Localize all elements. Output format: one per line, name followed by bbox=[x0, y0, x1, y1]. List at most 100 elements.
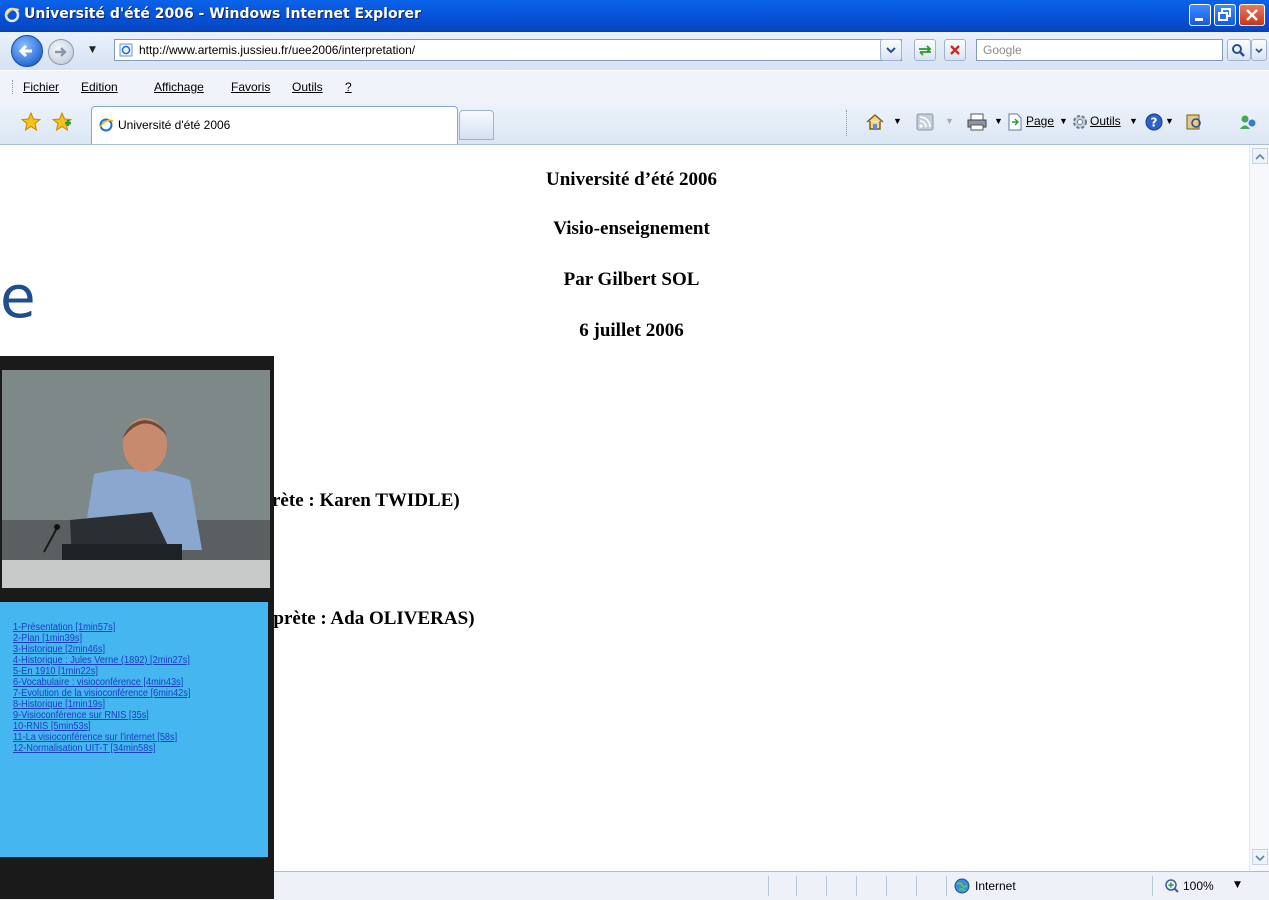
date-line: 6 juillet 2006 bbox=[579, 320, 684, 341]
presentation-photo: 1-Présentation [1min57s] 2-Plan [1min39s… bbox=[0, 356, 274, 899]
chapter-link[interactable]: 1-Présentation [1min57s] bbox=[13, 622, 115, 633]
status-separator bbox=[768, 876, 769, 896]
maximize-button[interactable] bbox=[1214, 4, 1236, 26]
tab-universite[interactable]: Université d'été 2006 bbox=[91, 106, 458, 144]
zoom-dropdown-icon[interactable]: ▼ bbox=[1234, 880, 1241, 890]
ie-logo-icon bbox=[4, 7, 20, 23]
status-separator bbox=[796, 876, 797, 896]
minimize-icon bbox=[1195, 18, 1203, 21]
chapter-link[interactable]: 8-Historique [1min19s] bbox=[13, 699, 105, 710]
print-icon[interactable] bbox=[967, 113, 987, 131]
toolbar-grip bbox=[12, 80, 15, 94]
close-icon bbox=[1246, 9, 1258, 21]
scroll-down-button[interactable] bbox=[1252, 849, 1268, 865]
tab-bar: Université d'été 2006 ▼ ▼ ▼ Page ▼ Outil… bbox=[0, 102, 1269, 145]
tools-dropdown-icon[interactable]: ▼ bbox=[1129, 116, 1138, 126]
window-title: Université d'été 2006 - Windows Internet… bbox=[24, 6, 421, 22]
page-icon bbox=[119, 43, 133, 57]
interpreter-line-1: rète : Karen TWIDLE) bbox=[272, 490, 460, 511]
toolbar-separator bbox=[846, 110, 849, 136]
chapter-link[interactable]: 4-Historique : Jules Verne (1892) [2min2… bbox=[13, 655, 190, 666]
tools-menu[interactable]: Outils bbox=[1090, 114, 1121, 128]
url-text[interactable]: http://www.artemis.jussieu.fr/uee2006/in… bbox=[139, 43, 415, 57]
menu-favoris[interactable]: Favoris bbox=[231, 80, 270, 94]
status-separator bbox=[1152, 876, 1153, 896]
stop-button[interactable] bbox=[944, 39, 966, 61]
print-dropdown-icon[interactable]: ▼ bbox=[994, 116, 1003, 126]
chapter-link[interactable]: 5-En 1910 [1min22s] bbox=[13, 666, 98, 677]
chapter-link[interactable]: 10-RNIS [5min53s] bbox=[13, 721, 91, 732]
help-icon[interactable]: ? bbox=[1145, 113, 1163, 131]
new-tab-button[interactable] bbox=[459, 110, 494, 140]
status-separator bbox=[856, 876, 857, 896]
chevron-down-icon bbox=[1255, 48, 1263, 54]
chapter-link[interactable]: 3-Historique [2min46s] bbox=[13, 644, 105, 655]
search-button[interactable] bbox=[1227, 39, 1251, 61]
chapter-link[interactable]: 12-Normalisation UIT-T [34min58s] bbox=[13, 743, 155, 754]
chapter-link[interactable]: 2-Plan [1min39s] bbox=[13, 633, 82, 644]
search-options-button[interactable] bbox=[1251, 39, 1267, 61]
search-icon bbox=[1232, 44, 1245, 57]
slide-text-fragment: e bbox=[0, 263, 36, 331]
svg-text:?: ? bbox=[1151, 116, 1158, 130]
status-separator bbox=[916, 876, 917, 896]
close-window-button[interactable] bbox=[1239, 4, 1265, 26]
globe-icon bbox=[954, 878, 970, 894]
menu-fichier[interactable]: Fichier bbox=[23, 80, 59, 94]
page-title: Université d’été 2006 bbox=[546, 169, 717, 190]
gear-icon[interactable] bbox=[1071, 113, 1089, 131]
search-field[interactable]: Google bbox=[976, 39, 1223, 61]
chevron-up-icon bbox=[1255, 153, 1265, 160]
recent-pages-dropdown[interactable]: ▼ bbox=[89, 45, 96, 55]
search-input[interactable]: Google bbox=[983, 43, 1022, 57]
chapter-link[interactable]: 9-Visioconférence sur RNIS [35s] bbox=[13, 710, 149, 721]
author-line: Par Gilbert SOL bbox=[563, 269, 700, 290]
home-icon[interactable] bbox=[865, 113, 885, 131]
chapter-link[interactable]: 7-Evolution de la visioconférence [6min4… bbox=[13, 688, 190, 699]
minimize-button[interactable] bbox=[1189, 4, 1211, 26]
menu-affichage[interactable]: Affichage bbox=[154, 80, 204, 94]
vertical-scrollbar[interactable] bbox=[1249, 145, 1269, 871]
address-dropdown-button[interactable] bbox=[880, 39, 902, 61]
status-separator bbox=[946, 876, 947, 896]
interpreter-line-2: rprète : Ada OLIVERAS) bbox=[265, 608, 475, 629]
feeds-icon[interactable] bbox=[916, 113, 934, 131]
menu-bar: Fichier Edition Affichage Favoris Outils… bbox=[0, 70, 1269, 103]
menu-edition[interactable]: Edition bbox=[81, 80, 118, 94]
add-favorite-icon[interactable] bbox=[52, 112, 72, 132]
status-separator bbox=[826, 876, 827, 896]
menu-help[interactable]: ? bbox=[345, 80, 352, 94]
chevron-down-icon bbox=[1255, 855, 1265, 862]
back-arrow-icon bbox=[18, 44, 32, 58]
favorites-star-icon[interactable] bbox=[21, 112, 41, 132]
page-menu-icon[interactable] bbox=[1007, 113, 1023, 131]
refresh-button[interactable] bbox=[914, 39, 936, 61]
messenger-icon[interactable] bbox=[1238, 113, 1260, 131]
subtitle: Visio-enseignement bbox=[553, 218, 710, 239]
forward-arrow-icon bbox=[55, 47, 67, 57]
scroll-up-button[interactable] bbox=[1252, 148, 1268, 164]
back-button[interactable] bbox=[11, 35, 43, 67]
feeds-dropdown-icon[interactable]: ▼ bbox=[945, 116, 954, 126]
chapter-link[interactable]: 11-La visioconférence sur l'internet [58… bbox=[13, 732, 177, 743]
home-dropdown-icon[interactable]: ▼ bbox=[893, 116, 902, 126]
stop-icon bbox=[950, 45, 960, 55]
address-toolbar: ▼ http://www.artemis.jussieu.fr/uee2006/… bbox=[0, 32, 1269, 70]
help-dropdown-icon[interactable]: ▼ bbox=[1165, 116, 1174, 126]
tab-label: Université d'été 2006 bbox=[118, 118, 231, 132]
chevron-down-icon bbox=[886, 47, 896, 54]
refresh-icon bbox=[919, 45, 932, 56]
ie-page-icon bbox=[99, 118, 114, 132]
zoom-level[interactable]: 100% bbox=[1183, 879, 1214, 893]
forward-button[interactable] bbox=[48, 39, 74, 65]
page-dropdown-icon[interactable]: ▼ bbox=[1059, 116, 1068, 126]
address-field[interactable]: http://www.artemis.jussieu.fr/uee2006/in… bbox=[114, 39, 902, 61]
zoom-icon bbox=[1165, 879, 1179, 893]
page-menu[interactable]: Page bbox=[1026, 114, 1054, 128]
presenter-video-image bbox=[2, 370, 270, 588]
research-icon[interactable] bbox=[1184, 113, 1204, 131]
security-zone[interactable]: Internet bbox=[975, 879, 1016, 893]
video-frame bbox=[2, 370, 270, 588]
chapter-link[interactable]: 6-Vocabulaire : visioconférence [4min43s… bbox=[13, 677, 183, 688]
menu-outils[interactable]: Outils bbox=[292, 80, 323, 94]
